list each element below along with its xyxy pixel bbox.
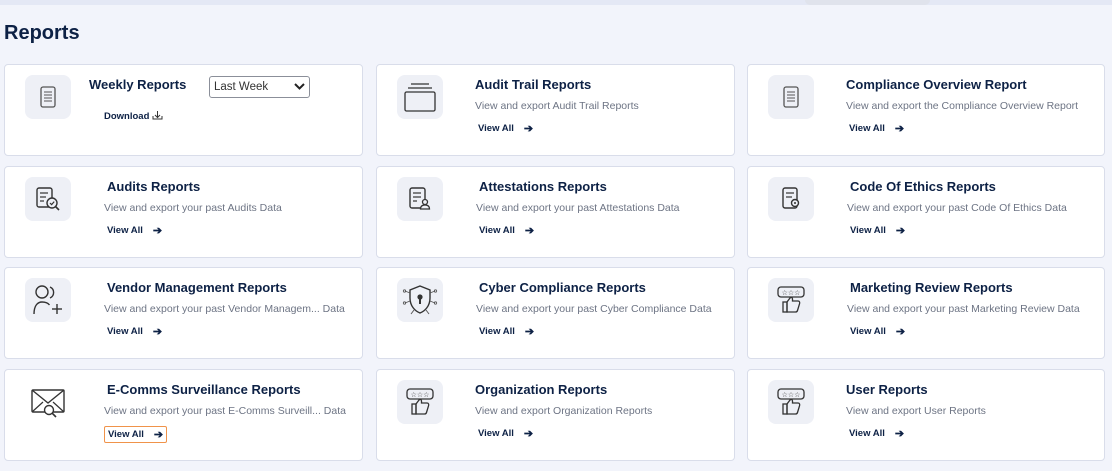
add-user-icon [25, 278, 71, 322]
download-button[interactable]: Download [104, 110, 163, 123]
view-all-link[interactable]: View All ➔ [475, 426, 536, 441]
card-description: View and export your past Code Of Ethics… [847, 202, 1067, 214]
card-title: Compliance Overview Report [846, 77, 1027, 92]
view-all-link[interactable]: View All ➔ [847, 324, 908, 339]
view-all-link[interactable]: View All ➔ [476, 223, 537, 238]
card-description: View and export your past Attestations D… [476, 202, 680, 214]
view-all-label: View All [850, 225, 886, 236]
card-description: View and export Audit Trail Reports [475, 100, 639, 112]
report-card: Code Of Ethics Reports View and export y… [747, 166, 1105, 258]
document-icon [25, 75, 71, 119]
report-card: ☆☆☆ User Reports View and export User Re… [747, 369, 1105, 461]
document-icon [768, 75, 814, 119]
arrow-right-icon: ➔ [894, 428, 905, 440]
svg-text:☆☆☆: ☆☆☆ [782, 289, 801, 297]
period-select-value: Last Week [214, 81, 269, 93]
report-card: Vendor Management Reports View and expor… [4, 267, 363, 359]
arrow-right-icon: ➔ [895, 326, 906, 338]
folder-icon [397, 75, 443, 119]
view-all-link[interactable]: View All ➔ [475, 121, 536, 136]
view-all-label: View All [849, 123, 885, 134]
ethics-document-icon [768, 177, 814, 221]
view-all-link[interactable]: View All ➔ [104, 426, 168, 443]
view-all-link[interactable]: View All ➔ [846, 121, 907, 136]
card-description: View and export User Reports [846, 405, 986, 417]
card-title: Audits Reports [107, 179, 201, 194]
card-description: View and export your past E-Comms Survei… [104, 405, 346, 417]
view-all-label: View All [850, 326, 886, 337]
view-all-label: View All [478, 428, 514, 439]
card-title: Weekly Reports [89, 77, 187, 92]
card-description: View and export the Compliance Overview … [846, 100, 1079, 112]
card-description: View and export your past Vendor Managem… [104, 303, 345, 315]
view-all-link[interactable]: View All ➔ [476, 324, 537, 339]
report-card: Audits Reports View and export your past… [4, 166, 363, 258]
download-label: Download [104, 111, 150, 122]
view-all-link[interactable]: View All ➔ [847, 223, 908, 238]
arrow-right-icon: ➔ [894, 123, 905, 135]
card-title: E-Comms Surveillance Reports [107, 382, 301, 397]
report-card: Audit Trail Reports View and export Audi… [376, 64, 735, 156]
view-all-label: View All [479, 326, 515, 337]
report-card: ☆☆☆ Organization Reports View and export… [376, 369, 735, 461]
card-description: View and export your past Cyber Complian… [476, 303, 712, 315]
view-all-label: View All [108, 429, 144, 440]
rating-thumbs-up-icon: ☆☆☆ [768, 380, 814, 424]
rating-thumbs-up-icon: ☆☆☆ [397, 380, 443, 424]
view-all-link[interactable]: View All ➔ [104, 324, 165, 339]
card-title: Marketing Review Reports [850, 280, 1013, 295]
report-card: Compliance Overview Report View and expo… [747, 64, 1105, 156]
view-all-label: View All [849, 428, 885, 439]
download-icon [152, 110, 163, 123]
view-all-label: View All [478, 123, 514, 134]
arrow-right-icon: ➔ [152, 225, 163, 237]
chevron-down-icon [294, 81, 305, 93]
report-card: ☆☆☆ Marketing Review Reports View and ex… [747, 267, 1105, 359]
top-bar [0, 0, 1112, 5]
card-title: Audit Trail Reports [475, 77, 592, 92]
mail-search-icon [25, 380, 71, 424]
rating-thumbs-up-icon: ☆☆☆ [768, 278, 814, 322]
report-card: Cyber Compliance Reports View and export… [376, 267, 735, 359]
card-description: View and export your past Audits Data [104, 202, 282, 214]
arrow-right-icon: ➔ [153, 429, 164, 441]
card-title: User Reports [846, 382, 928, 397]
card-title: Attestations Reports [479, 179, 607, 194]
card-title: Cyber Compliance Reports [479, 280, 646, 295]
report-card: E-Comms Surveillance Reports View and ex… [4, 369, 363, 461]
view-all-link[interactable]: View All ➔ [846, 426, 907, 441]
view-all-label: View All [107, 326, 143, 337]
svg-text:☆☆☆: ☆☆☆ [411, 391, 430, 399]
arrow-right-icon: ➔ [524, 326, 535, 338]
svg-text:☆☆☆: ☆☆☆ [782, 391, 801, 399]
card-title: Vendor Management Reports [107, 280, 287, 295]
period-select[interactable]: Last Week [209, 76, 310, 98]
shield-lock-icon [397, 278, 443, 322]
top-bar-tab [805, 0, 930, 5]
card-description: View and export Organization Reports [475, 405, 653, 417]
view-all-link[interactable]: View All ➔ [104, 223, 165, 238]
arrow-right-icon: ➔ [895, 225, 906, 237]
audit-checklist-icon [25, 177, 71, 221]
card-description: View and export your past Marketing Revi… [847, 303, 1080, 315]
card-title: Code Of Ethics Reports [850, 179, 996, 194]
weekly-reports-card: Weekly Reports Last Week Download [4, 64, 363, 156]
arrow-right-icon: ➔ [152, 326, 163, 338]
view-all-label: View All [107, 225, 143, 236]
arrow-right-icon: ➔ [524, 225, 535, 237]
arrow-right-icon: ➔ [523, 428, 534, 440]
page-title: Reports [4, 22, 80, 44]
card-title: Organization Reports [475, 382, 608, 397]
view-all-label: View All [479, 225, 515, 236]
attestation-document-icon [397, 177, 443, 221]
arrow-right-icon: ➔ [523, 123, 534, 135]
report-card: Attestations Reports View and export you… [376, 166, 735, 258]
